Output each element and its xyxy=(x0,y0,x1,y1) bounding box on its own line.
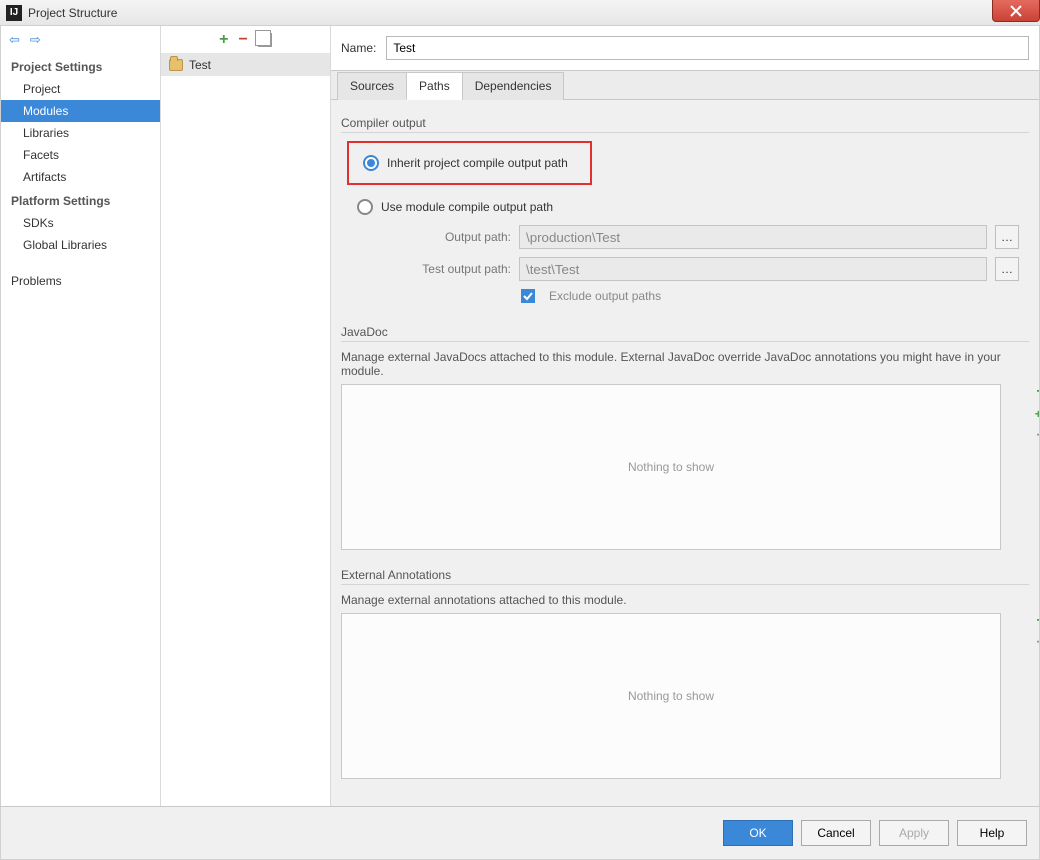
test-output-path-input xyxy=(519,257,987,281)
tab-sources[interactable]: Sources xyxy=(337,72,407,100)
sidebar-item-artifacts[interactable]: Artifacts xyxy=(1,166,160,188)
apply-button: Apply xyxy=(879,820,949,846)
window-title: Project Structure xyxy=(28,6,117,20)
radio-inherit[interactable] xyxy=(363,155,379,171)
sidebar-item-facets[interactable]: Facets xyxy=(1,144,160,166)
section-project-settings: Project Settings xyxy=(1,54,160,78)
sidebar-item-libraries[interactable]: Libraries xyxy=(1,122,160,144)
module-detail-panel: Name: Sources Paths Dependencies Compile… xyxy=(331,26,1039,806)
annotations-desc: Manage external annotations attached to … xyxy=(341,593,1029,607)
module-list-toolbar: + − xyxy=(161,26,330,54)
folder-icon xyxy=(169,59,183,71)
module-name-input[interactable] xyxy=(386,36,1029,60)
exclude-output-checkbox[interactable] xyxy=(521,289,535,303)
radio-use-module-label: Use module compile output path xyxy=(381,200,553,214)
javadoc-list: Nothing to show xyxy=(341,384,1001,550)
module-item-label: Test xyxy=(189,58,211,72)
annotations-add-icon[interactable]: + xyxy=(1033,613,1039,629)
tab-paths[interactable]: Paths xyxy=(406,72,463,100)
nav-back-icon[interactable]: ⇦ xyxy=(9,32,20,48)
name-label: Name: xyxy=(341,41,376,55)
copy-module-icon[interactable] xyxy=(258,33,272,47)
inherit-highlight: Inherit project compile output path xyxy=(347,141,592,185)
app-icon: IJ xyxy=(6,5,22,21)
remove-module-icon[interactable]: − xyxy=(239,31,248,49)
radio-inherit-label: Inherit project compile output path xyxy=(387,156,568,170)
window-close-button[interactable] xyxy=(992,0,1040,22)
sidebar-item-global-libraries[interactable]: Global Libraries xyxy=(1,234,160,256)
sidebar-item-modules[interactable]: Modules xyxy=(1,100,160,122)
ok-button[interactable]: OK xyxy=(723,820,793,846)
radio-use-module[interactable] xyxy=(357,199,373,215)
exclude-output-label: Exclude output paths xyxy=(549,289,661,303)
javadoc-remove-icon[interactable]: − xyxy=(1033,428,1039,444)
sidebar-nav-toolbar: ⇦ ⇨ xyxy=(1,26,160,54)
annotations-group-label: External Annotations xyxy=(341,568,1029,585)
javadoc-add-icon[interactable]: + xyxy=(1033,384,1039,400)
module-tabs: Sources Paths Dependencies xyxy=(331,70,1039,100)
sidebar-item-problems[interactable]: Problems xyxy=(1,270,160,292)
annotations-remove-icon[interactable]: − xyxy=(1033,635,1039,651)
compiler-output-group-label: Compiler output xyxy=(341,116,1029,133)
annotations-list: Nothing to show xyxy=(341,613,1001,779)
output-path-browse-button[interactable]: … xyxy=(995,225,1019,249)
close-icon xyxy=(1010,5,1022,17)
annotations-empty-text: Nothing to show xyxy=(628,689,714,703)
dialog-footer: OK Cancel Apply Help xyxy=(0,806,1040,860)
output-path-input xyxy=(519,225,987,249)
javadoc-empty-text: Nothing to show xyxy=(628,460,714,474)
add-module-icon[interactable]: + xyxy=(219,31,228,49)
titlebar: IJ Project Structure xyxy=(0,0,1040,26)
tab-dependencies[interactable]: Dependencies xyxy=(462,72,565,100)
test-output-path-label: Test output path: xyxy=(391,262,511,276)
cancel-button[interactable]: Cancel xyxy=(801,820,871,846)
javadoc-desc: Manage external JavaDocs attached to thi… xyxy=(341,350,1029,378)
nav-forward-icon[interactable]: ⇨ xyxy=(30,32,41,48)
section-platform-settings: Platform Settings xyxy=(1,188,160,212)
sidebar-item-sdks[interactable]: SDKs xyxy=(1,212,160,234)
sidebar: ⇦ ⇨ Project Settings Project Modules Lib… xyxy=(1,26,161,806)
sidebar-item-project[interactable]: Project xyxy=(1,78,160,100)
module-list-panel: + − Test xyxy=(161,26,331,806)
tab-paths-body: Compiler output Inherit project compile … xyxy=(331,100,1039,806)
javadoc-group-label: JavaDoc xyxy=(341,325,1029,342)
javadoc-add-url-icon[interactable]: +● xyxy=(1033,406,1039,422)
module-item-test[interactable]: Test xyxy=(161,54,330,76)
help-button[interactable]: Help xyxy=(957,820,1027,846)
test-output-path-browse-button[interactable]: … xyxy=(995,257,1019,281)
output-path-label: Output path: xyxy=(391,230,511,244)
